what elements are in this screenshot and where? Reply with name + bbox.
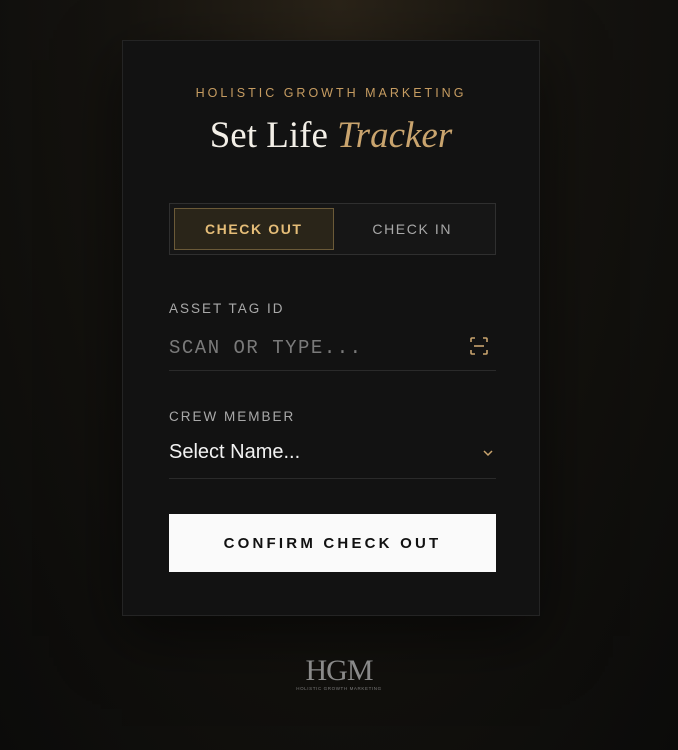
crew-member-label: CREW MEMBER xyxy=(169,409,296,424)
scan-icon[interactable] xyxy=(470,337,488,355)
brand-eyebrow: HOLISTIC GROWTH MARKETING xyxy=(195,86,467,100)
confirm-checkout-button[interactable]: CONFIRM CHECK OUT xyxy=(169,514,496,572)
tab-check-in[interactable]: CHECK IN xyxy=(334,208,492,250)
crew-member-value: Select Name... xyxy=(169,441,301,463)
logo-text: HOLISTIC GROWTH MARKETING xyxy=(296,686,382,691)
asset-tag-input[interactable] xyxy=(169,331,449,365)
chevron-down-icon xyxy=(483,450,493,457)
footer-logo: HGM HOLISTIC GROWTH MARKETING xyxy=(0,654,678,692)
logo-mark: HGM xyxy=(305,654,373,687)
checkout-card: HOLISTIC GROWTH MARKETING Set Life Track… xyxy=(122,40,540,616)
mode-toggle: CHECK OUT CHECK IN xyxy=(169,203,496,255)
title-accent: Tracker xyxy=(337,115,453,156)
page-title: Set Life Tracker xyxy=(123,113,539,159)
title-main: Set Life xyxy=(209,115,328,156)
asset-tag-label: ASSET TAG ID xyxy=(169,301,285,316)
asset-tag-row xyxy=(169,329,496,371)
tab-check-out[interactable]: CHECK OUT xyxy=(174,208,334,250)
crew-member-select[interactable]: Select Name... xyxy=(169,437,496,479)
